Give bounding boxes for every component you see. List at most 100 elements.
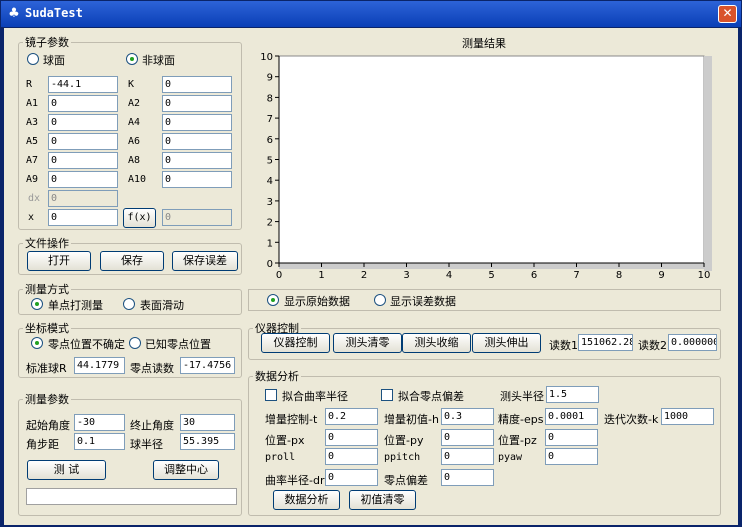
title-bar[interactable]: ♣ SudaTest ✕ [1, 1, 741, 27]
open-button[interactable]: 打开 [27, 251, 91, 271]
x-tick-label: 6 [531, 270, 537, 281]
radio-show-error-label: 显示误差数据 [390, 295, 456, 308]
y-tick-label: 2 [267, 218, 273, 229]
mirror-field-a9[interactable]: 0 [48, 171, 118, 188]
window-title: SudaTest [25, 6, 83, 20]
mirror-field-a7[interactable]: 0 [48, 152, 118, 169]
fit-zero-checkbox[interactable] [381, 389, 393, 401]
file-ops-legend: 文件操作 [25, 237, 69, 250]
increment-t-field[interactable]: 0.2 [325, 408, 378, 425]
mirror-field-a3[interactable]: 0 [48, 114, 118, 131]
angle-step-label: 角步距 [26, 438, 59, 451]
zero-reading-label: 零点读数 [130, 362, 174, 375]
radius-dr-field[interactable]: 0 [325, 469, 378, 486]
probe-retract-button[interactable]: 测头收缩 [402, 333, 471, 353]
test-button[interactable]: 测 试 [27, 460, 106, 480]
x-field[interactable]: 0 [48, 209, 118, 226]
radio-show-error[interactable] [374, 294, 386, 306]
proll-label: proll [265, 452, 296, 463]
x-tick-label: 9 [658, 270, 664, 281]
mirror-label-a9: A9 [26, 174, 39, 185]
mirror-field-a10[interactable]: 0 [162, 171, 232, 188]
y-tick-label: 4 [267, 176, 273, 187]
radio-sphere-label: 球面 [43, 54, 65, 67]
end-angle-field[interactable]: 30 [180, 414, 235, 431]
start-angle-field[interactable]: -30 [74, 414, 125, 431]
increment-h-field[interactable]: 0.3 [441, 408, 494, 425]
radio-show-raw[interactable] [267, 294, 279, 306]
y-tick-label: 7 [267, 114, 273, 125]
radio-asphere[interactable] [126, 53, 138, 65]
angle-step-field[interactable]: 0.1 [74, 433, 125, 450]
reading1-field: 151062.28 [578, 334, 633, 351]
pos-px-field[interactable]: 0 [325, 429, 378, 446]
end-angle-label: 终止角度 [130, 419, 174, 432]
analyze-button[interactable]: 数据分析 [273, 490, 340, 510]
fx-result-field: 0 [162, 209, 232, 226]
y-tick-label: 0 [267, 259, 273, 270]
pos-px-label: 位置-px [265, 434, 305, 447]
mirror-field-a1[interactable]: 0 [48, 95, 118, 112]
app-icon: ♣ [8, 6, 20, 21]
radio-show-raw-label: 显示原始数据 [284, 295, 350, 308]
radio-single-point-label: 单点打测量 [48, 299, 103, 312]
mirror-label-a3: A3 [26, 117, 39, 128]
radio-zero-known-label: 已知零点位置 [145, 338, 211, 351]
y-tick-label: 6 [267, 135, 273, 146]
save-button[interactable]: 保存 [100, 251, 164, 271]
zero-dev-field[interactable]: 0 [441, 469, 494, 486]
start-angle-label: 起始角度 [26, 419, 70, 432]
probe-zero-button[interactable]: 测头清零 [333, 333, 402, 353]
probe-radius-label: 测头半径 [500, 390, 544, 403]
pos-py-field[interactable]: 0 [441, 429, 494, 446]
y-tick-label: 5 [267, 156, 273, 167]
precision-eps-field[interactable]: 0.0001 [545, 408, 598, 425]
x-tick-label: 2 [361, 270, 367, 281]
x-tick-label: 1 [318, 270, 324, 281]
y-tick-label: 1 [267, 238, 273, 249]
iterations-k-label: 迭代次数-k [604, 413, 659, 426]
radio-surface-slide-label: 表面滑动 [140, 299, 184, 312]
app-window: ♣ SudaTest ✕ 镜子参数 球面 非球面 R -44.1 K 0 A1 0 A2 0 A… [0, 0, 742, 527]
ball-radius-field[interactable]: 55.395 [180, 433, 235, 450]
ball-radius-label: 球半径 [130, 438, 163, 451]
mirror-params-legend: 镜子参数 [25, 36, 69, 49]
instrument-control-button[interactable]: 仪器控制 [261, 333, 330, 353]
close-button[interactable]: ✕ [718, 5, 737, 23]
mirror-field-a6[interactable]: 0 [162, 133, 232, 150]
mirror-field-a5[interactable]: 0 [48, 133, 118, 150]
iterations-k-field[interactable]: 1000 [661, 408, 714, 425]
ppitch-label: ppitch [384, 452, 421, 463]
ball-r-field[interactable]: 44.1779 [74, 357, 125, 374]
save-error-button[interactable]: 保存误差 [172, 251, 238, 271]
mirror-field-a2[interactable]: 0 [162, 95, 232, 112]
increment-h-label: 增量初值-h [384, 413, 439, 426]
mirror-field-k[interactable]: 0 [162, 76, 232, 93]
ball-r-label: 标准球R [26, 362, 67, 375]
pyaw-field[interactable]: 0 [545, 448, 598, 465]
radio-surface-slide[interactable] [123, 298, 135, 310]
proll-field[interactable]: 0 [325, 448, 378, 465]
dx-field: 0 [48, 190, 118, 207]
radio-sphere[interactable] [27, 53, 39, 65]
mirror-field-a8[interactable]: 0 [162, 152, 232, 169]
probe-radius-field[interactable]: 1.5 [546, 386, 599, 403]
radio-zero-unknown[interactable] [31, 337, 43, 349]
radio-zero-known[interactable] [129, 337, 141, 349]
zero-reading-field[interactable]: -17.4756 [180, 357, 235, 374]
mirror-label-a10: A10 [128, 174, 147, 185]
fx-button[interactable]: f(x) [123, 208, 156, 228]
coord-mode-legend: 坐标模式 [25, 322, 69, 335]
pos-pz-field[interactable]: 0 [545, 429, 598, 446]
adjust-center-button[interactable]: 调整中心 [153, 460, 219, 480]
mirror-field-r[interactable]: -44.1 [48, 76, 118, 93]
probe-extend-button[interactable]: 测头伸出 [472, 333, 541, 353]
mirror-field-a4[interactable]: 0 [162, 114, 232, 131]
reset-initial-button[interactable]: 初值清零 [349, 490, 416, 510]
radio-single-point[interactable] [31, 298, 43, 310]
progress-bar [26, 488, 237, 505]
fit-radius-checkbox[interactable] [265, 389, 277, 401]
x-tick-label: 4 [446, 270, 452, 281]
plot-shadow-bottom [279, 263, 712, 269]
ppitch-field[interactable]: 0 [441, 448, 494, 465]
